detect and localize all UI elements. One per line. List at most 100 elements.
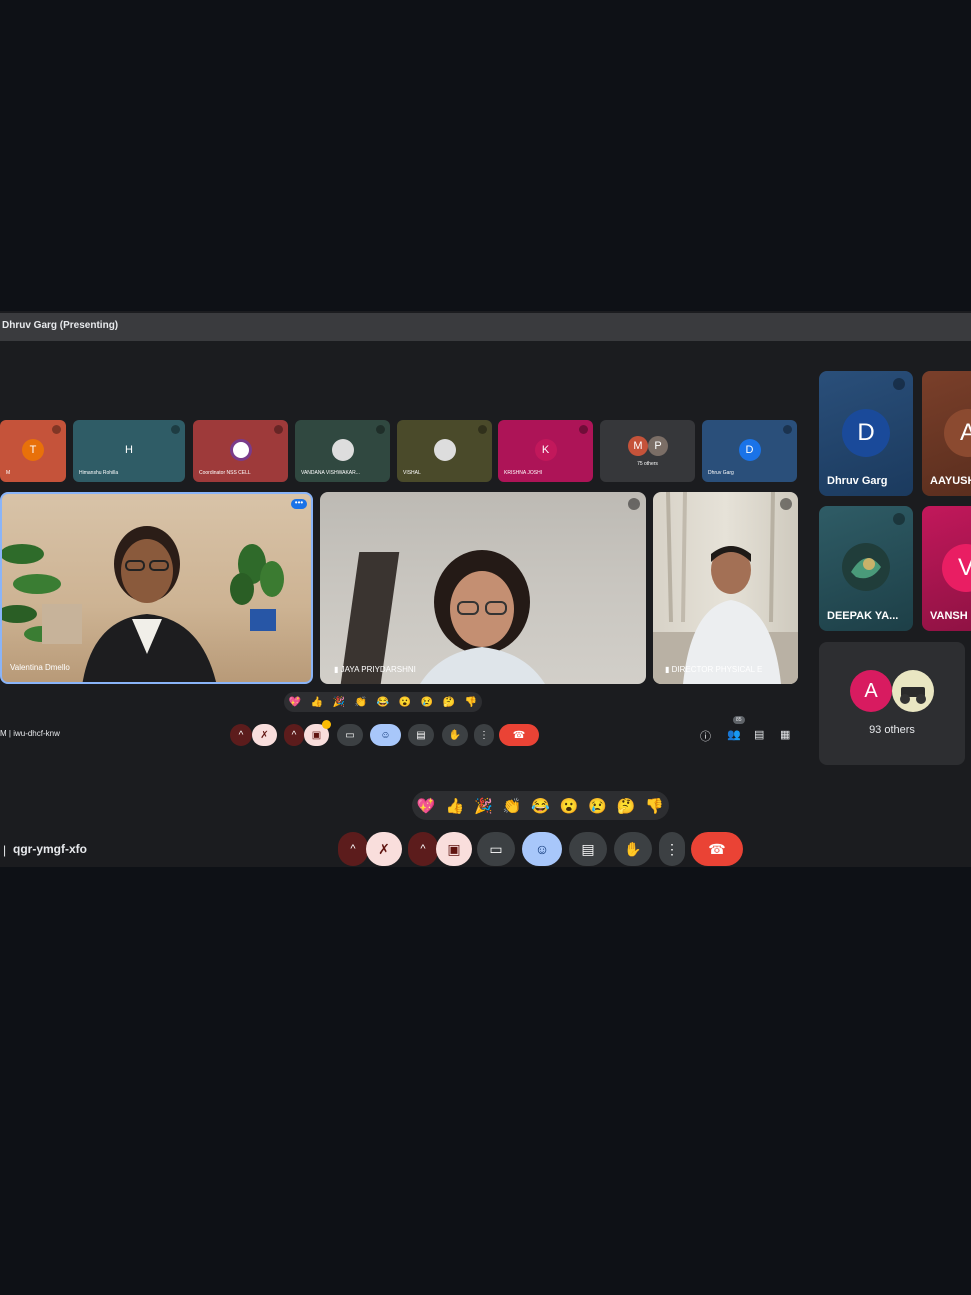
present-button[interactable]: ▭ bbox=[477, 832, 515, 866]
mic-off-icon bbox=[893, 378, 905, 390]
mic-off-icon bbox=[478, 425, 487, 434]
reaction-emoji[interactable]: 👏 bbox=[355, 697, 367, 708]
mic-off-icon bbox=[171, 425, 180, 434]
reaction-emoji[interactable]: 😮 bbox=[399, 697, 411, 708]
side-tile-participant[interactable]: DEEPAK YA... bbox=[819, 506, 913, 631]
side-tile-participant[interactable]: A AAYUSH bbox=[922, 371, 971, 496]
reaction-emoji[interactable]: 🎉 bbox=[333, 697, 345, 708]
strip-tile-participant[interactable]: VANDANA VISHWAKAR... bbox=[295, 420, 390, 482]
reaction-emoji[interactable]: 😢 bbox=[421, 697, 433, 708]
avatar: M bbox=[628, 436, 648, 456]
avatar bbox=[331, 439, 354, 461]
more-options-button[interactable]: ⋮ bbox=[659, 832, 685, 866]
present-icon: ▭ bbox=[345, 729, 355, 741]
reaction-emoji[interactable]: 😢 bbox=[588, 797, 607, 815]
mic-off-icon: ✗ bbox=[378, 840, 390, 857]
emoji-icon: ☺ bbox=[380, 729, 391, 741]
leave-call-button[interactable]: ☎ bbox=[499, 724, 539, 746]
participant-name: VANSH bbox=[930, 610, 968, 622]
avatar: K bbox=[534, 439, 557, 461]
avatar: A bbox=[944, 409, 971, 457]
mic-toggle-button[interactable]: ✗ bbox=[252, 724, 277, 746]
side-tile-participant[interactable]: D Dhruv Garg bbox=[819, 371, 913, 496]
avatar bbox=[842, 543, 890, 591]
meeting-code-separator: | bbox=[3, 843, 7, 857]
participant-count-badge: 85 bbox=[733, 716, 745, 724]
mic-off-icon: ✗ bbox=[260, 729, 269, 741]
participant-name: AAYUSH bbox=[930, 475, 971, 487]
strip-tile-participant[interactable]: VISHAL bbox=[397, 420, 492, 482]
reaction-bar: 💖 👍 🎉 👏 😂 😮 😢 🤔 👎 bbox=[284, 692, 482, 712]
reaction-emoji[interactable]: 👏 bbox=[503, 797, 522, 815]
activities-icon[interactable]: ▦ bbox=[780, 728, 790, 741]
strip-tile-participant[interactable]: H Himanshu Rohilla bbox=[73, 420, 185, 482]
strip-tile-participant[interactable]: M P 75 others bbox=[600, 420, 695, 482]
hand-icon: ✋ bbox=[624, 840, 642, 857]
reaction-emoji[interactable]: 😂 bbox=[377, 697, 389, 708]
mic-off-icon bbox=[783, 425, 792, 434]
presenting-titlebar: Dhruv Garg (Presenting) bbox=[0, 313, 971, 341]
strip-tile-participant[interactable]: K KRISHNA JOSHI bbox=[498, 420, 593, 482]
more-options-button[interactable]: ⋮ bbox=[474, 724, 494, 746]
participant-name: ▮ JAYA PRIYDARSHNI bbox=[334, 665, 416, 674]
camera-options-button[interactable]: ^ bbox=[284, 724, 304, 746]
more-options-icon[interactable]: ••• bbox=[291, 499, 307, 509]
emoji-icon: ☺ bbox=[534, 841, 550, 857]
others-label: 93 others bbox=[869, 724, 915, 736]
participant-name: Dhruv Garg bbox=[827, 475, 888, 487]
reaction-emoji[interactable]: 🎉 bbox=[474, 797, 493, 815]
reaction-emoji[interactable]: 💖 bbox=[417, 797, 436, 815]
others-label: 75 others bbox=[637, 461, 658, 467]
end-call-icon: ☎ bbox=[708, 840, 726, 857]
side-tile-participant[interactable]: V VANSH bbox=[922, 506, 971, 631]
participant-name: KRISHNA JOSHI bbox=[504, 470, 543, 476]
reactions-button[interactable]: ☺ bbox=[522, 832, 562, 866]
mic-off-icon bbox=[579, 425, 588, 434]
participant-name: VISHAL bbox=[403, 470, 421, 476]
avatar bbox=[229, 439, 252, 461]
avatar: D bbox=[738, 439, 761, 461]
chat-icon[interactable]: ▤ bbox=[754, 728, 764, 741]
present-button[interactable]: ▭ bbox=[337, 724, 363, 746]
raise-hand-button[interactable]: ✋ bbox=[614, 832, 652, 866]
others-tile[interactable]: A 93 others bbox=[819, 642, 965, 765]
strip-tile-participant[interactable]: TM bbox=[0, 420, 66, 482]
captions-button[interactable]: ▤ bbox=[408, 724, 434, 746]
reaction-emoji[interactable]: 👍 bbox=[311, 697, 323, 708]
video-tile-participant[interactable]: ▮ JAYA PRIYDARSHNI bbox=[320, 492, 646, 684]
mic-off-icon bbox=[628, 498, 640, 510]
mic-options-button[interactable]: ^ bbox=[338, 832, 368, 866]
people-icon[interactable]: 👥 bbox=[727, 728, 741, 741]
strip-tile-participant[interactable]: Coordinator NSS CELL bbox=[193, 420, 288, 482]
reaction-emoji[interactable]: 👍 bbox=[445, 797, 464, 815]
participant-name: Coordinator NSS CELL bbox=[199, 470, 251, 476]
reaction-emoji[interactable]: 😂 bbox=[531, 797, 550, 815]
reaction-emoji[interactable]: 👎 bbox=[465, 697, 477, 708]
reactions-button[interactable]: ☺ bbox=[370, 724, 401, 746]
participant-name: Dhruv Garg bbox=[708, 470, 734, 476]
reaction-emoji[interactable]: 👎 bbox=[645, 797, 664, 815]
reaction-emoji[interactable]: 🤔 bbox=[617, 797, 636, 815]
strip-tile-participant[interactable]: D Dhruv Garg bbox=[702, 420, 797, 482]
avatar: A bbox=[850, 670, 892, 712]
captions-button[interactable]: ▤ bbox=[569, 832, 607, 866]
info-icon[interactable]: ⓘ bbox=[700, 728, 711, 744]
video-tile-participant[interactable]: ▮ DIRECTOR PHYSICAL E bbox=[653, 492, 798, 684]
camera-toggle-button[interactable]: ▣ bbox=[436, 832, 472, 866]
participant-name: DEEPAK YA... bbox=[827, 610, 899, 622]
mic-options-button[interactable]: ^ bbox=[230, 724, 252, 746]
mic-toggle-button[interactable]: ✗ bbox=[366, 832, 402, 866]
avatar: T bbox=[22, 439, 44, 461]
presenting-title: Dhruv Garg (Presenting) bbox=[2, 320, 119, 331]
camera-options-button[interactable]: ^ bbox=[408, 832, 438, 866]
reaction-emoji[interactable]: 🤔 bbox=[443, 697, 455, 708]
meeting-code: qgr-ymgf-xfo bbox=[13, 842, 87, 856]
more-vert-icon: ⋮ bbox=[665, 840, 679, 857]
leave-call-button[interactable]: ☎ bbox=[691, 832, 743, 866]
raise-hand-button[interactable]: ✋ bbox=[442, 724, 468, 746]
captions-icon: ▤ bbox=[581, 840, 595, 857]
video-tile-presenter[interactable]: ••• Valentina Dmello bbox=[0, 492, 313, 684]
reaction-emoji[interactable]: 💖 bbox=[289, 697, 301, 708]
present-icon: ▭ bbox=[489, 840, 503, 857]
reaction-emoji[interactable]: 😮 bbox=[560, 797, 579, 815]
